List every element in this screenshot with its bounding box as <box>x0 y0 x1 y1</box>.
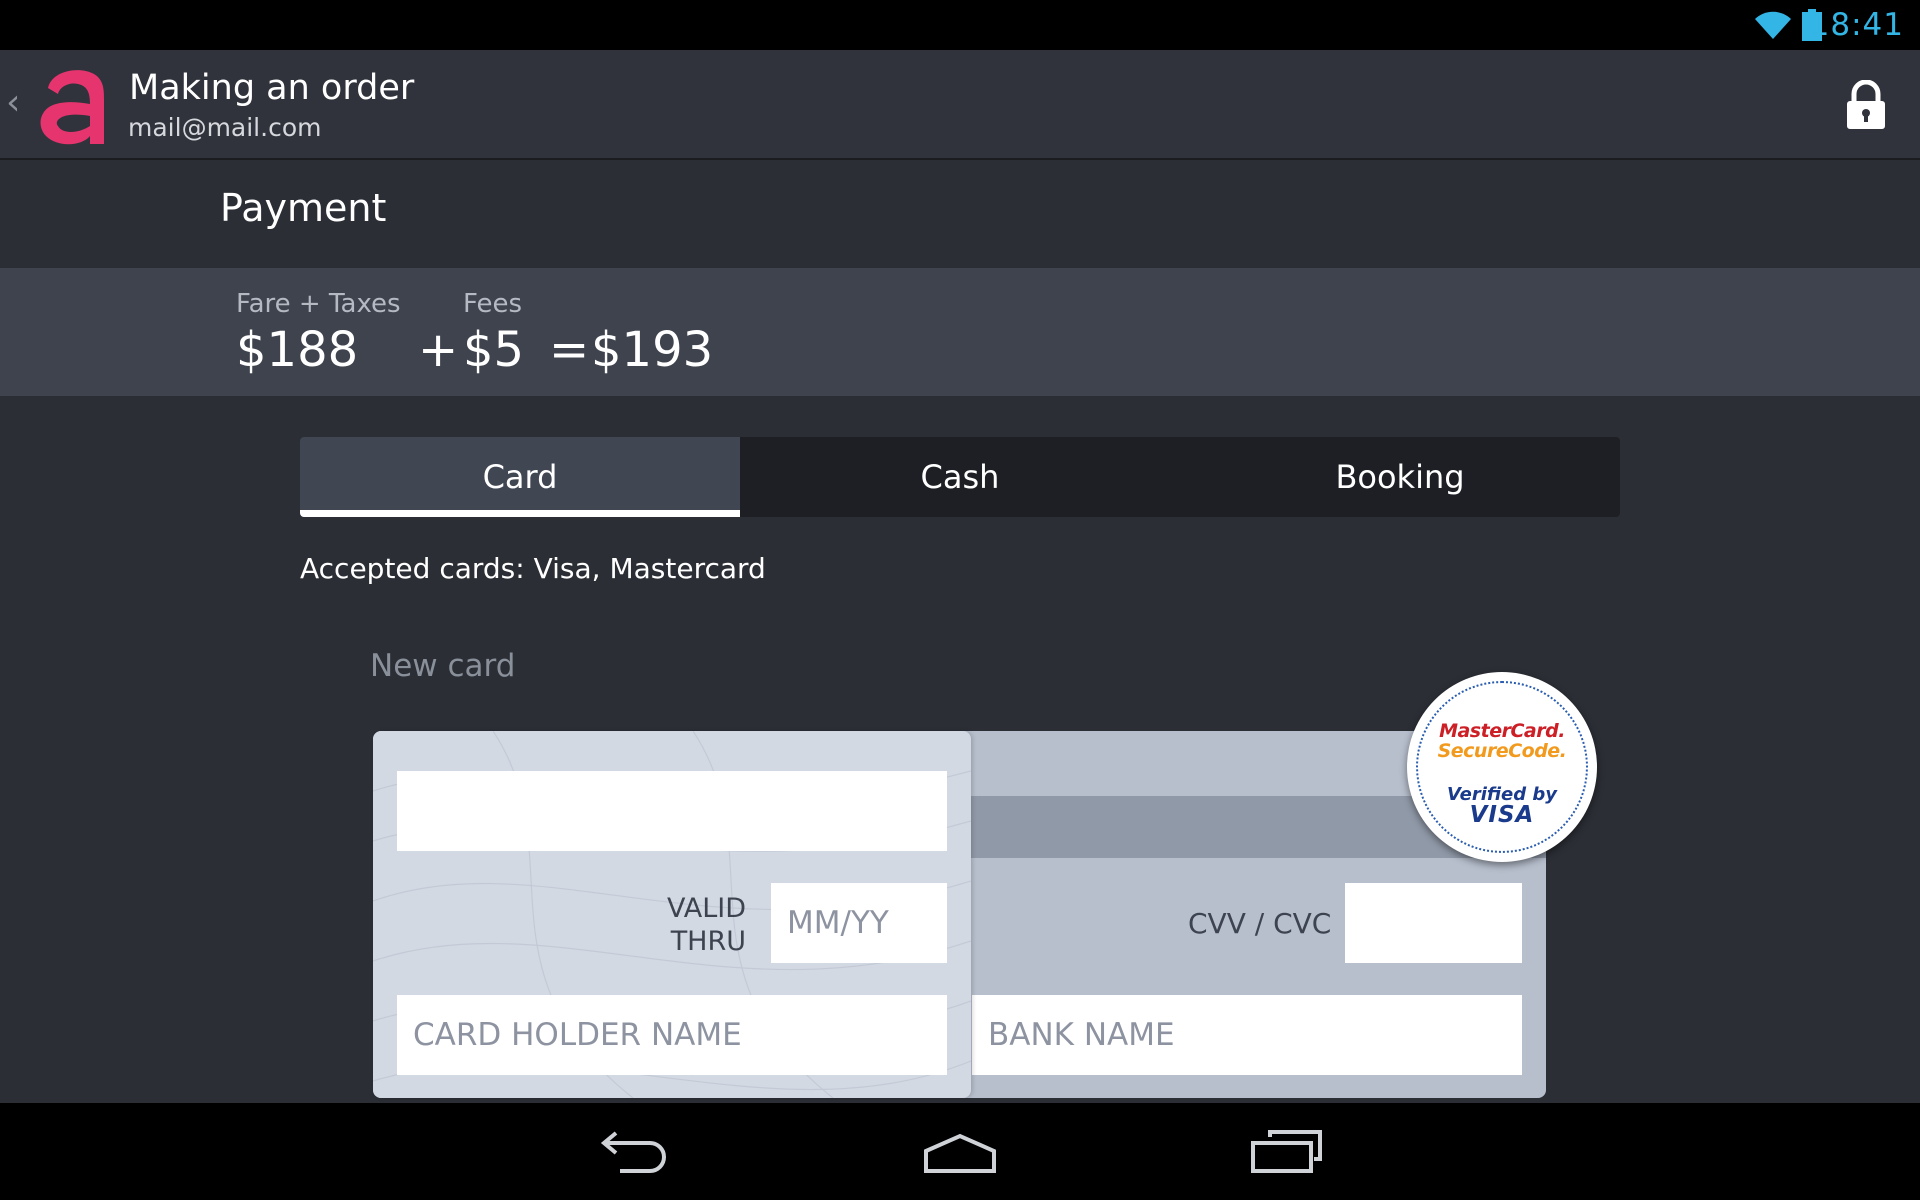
home-icon[interactable] <box>922 1133 998 1173</box>
equals-sign: = <box>549 322 590 378</box>
fare-label: Fare + Taxes <box>236 289 401 319</box>
tab-card-label: Card <box>482 458 558 496</box>
lock-icon[interactable] <box>1845 80 1887 130</box>
valid-thru-label: VALID THRU <box>667 892 746 958</box>
total-amount: $193 <box>591 322 714 378</box>
screen-title: Making an order <box>129 68 415 108</box>
valid-thru-line1: VALID <box>667 893 747 924</box>
fare-amount: $188 <box>236 322 359 378</box>
securecode-text: SecureCode. <box>1437 740 1567 762</box>
cvv-input[interactable] <box>1345 883 1522 963</box>
back-chevron-icon[interactable]: ‹ <box>6 82 20 123</box>
account-email: mail@mail.com <box>128 113 322 142</box>
bank-name-input[interactable] <box>972 995 1522 1075</box>
page-title: Payment <box>220 186 387 230</box>
navigation-bar <box>0 1103 1920 1200</box>
tab-booking[interactable]: Booking <box>1180 437 1620 517</box>
back-icon[interactable] <box>600 1129 670 1173</box>
tab-booking-label: Booking <box>1335 458 1465 496</box>
security-badge: MasterCard. SecureCode. Verified by VISA <box>1407 672 1597 862</box>
wifi-icon <box>1755 11 1791 39</box>
visa-text: VISA <box>1469 802 1535 828</box>
fees-amount: $5 <box>463 322 525 378</box>
accepted-cards-text: Accepted cards: Visa, Mastercard <box>300 552 766 585</box>
payment-method-tabs: Card Cash Booking <box>300 437 1620 517</box>
price-summary: Fare + Taxes $188 + Fees $5 = $193 <box>0 268 1920 396</box>
recents-icon[interactable] <box>1250 1129 1322 1173</box>
tab-card[interactable]: Card <box>300 437 740 517</box>
action-bar: ‹ Making an order mail@mail.com <box>0 50 1920 160</box>
tab-cash[interactable]: Cash <box>740 437 1180 517</box>
cvv-label: CVV / CVC <box>1188 907 1332 940</box>
expiry-input[interactable] <box>771 883 947 963</box>
plus-sign: + <box>418 322 459 378</box>
tab-cash-label: Cash <box>920 458 1000 496</box>
clock: 18:41 <box>1809 7 1904 43</box>
status-bar: 18:41 <box>0 0 1920 50</box>
fees-label: Fees <box>463 289 523 319</box>
mastercard-text: MasterCard. <box>1439 720 1565 742</box>
valid-thru-line2: THRU <box>670 926 747 957</box>
card-number-input[interactable] <box>397 771 947 851</box>
new-card-label: New card <box>370 648 516 684</box>
payment-header: Payment <box>0 162 1920 268</box>
app-logo[interactable] <box>38 64 108 146</box>
card-holder-input[interactable] <box>397 995 947 1075</box>
